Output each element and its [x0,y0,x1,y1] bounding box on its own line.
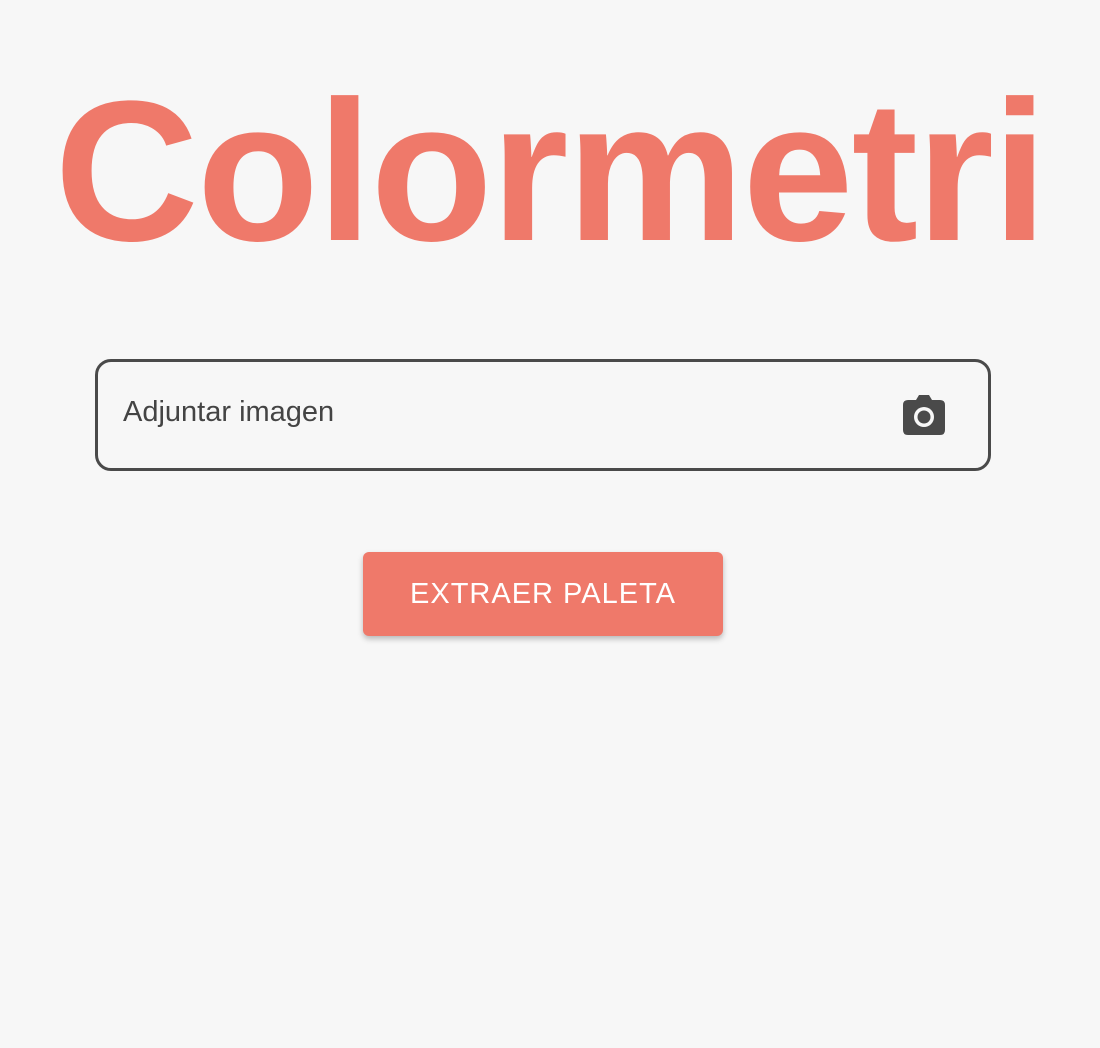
upload-label: Adjuntar imagen [123,396,335,428]
camera-icon[interactable] [903,395,945,435]
image-upload-field[interactable]: Adjuntar imagen [95,359,991,471]
app-root: Colormetri Adjuntar imagen EXTRAER PALET… [0,0,1100,1048]
app-title: Colormetri [54,60,1047,283]
extract-palette-button[interactable]: EXTRAER PALETA [363,552,723,636]
